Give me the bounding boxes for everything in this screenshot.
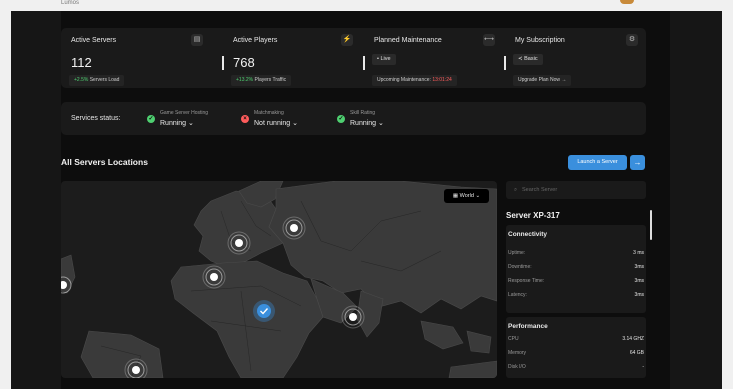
stat-sub: +2.5% Servers Load: [69, 75, 125, 86]
stat-active-players: Active Players ⚡ 768 +13.2% Players Traf…: [223, 28, 359, 88]
section-title: All Servers Locations: [61, 157, 148, 167]
metric-value: 3.14 GHZ: [622, 336, 644, 342]
server-name: Server XP-317: [506, 211, 560, 220]
stat-title: My Subscription: [515, 37, 565, 44]
metric-value: 3ms: [634, 278, 644, 284]
metric-value: 3ms: [634, 264, 644, 270]
metric-label: Uptime:: [508, 250, 526, 256]
search-server-input[interactable]: ⌕ Search Server: [506, 181, 646, 199]
check-icon: ✓: [147, 115, 155, 123]
bolt-icon[interactable]: ⚡: [341, 34, 353, 46]
connectivity-group: Connectivity Uptime: 3 ms Downtime: 3ms Re…: [506, 225, 646, 313]
stat-delta: +13.2%: [236, 77, 254, 83]
stat-title: Planned Maintenance: [374, 37, 442, 44]
stat-value: 768: [233, 55, 255, 70]
server-pin[interactable]: [227, 231, 251, 255]
server-pin[interactable]: [202, 265, 226, 289]
stat-planned-maintenance: Planned Maintenance ⟷ • Live Upcoming Ma…: [364, 28, 500, 88]
server-pin-selected[interactable]: [253, 300, 275, 322]
launch-server-button[interactable]: Launch a Server: [568, 155, 627, 170]
map-canvas: [61, 181, 497, 378]
server-pin[interactable]: [282, 216, 306, 240]
service-status[interactable]: Running ⌄: [160, 119, 194, 127]
metric-label: Latency:: [508, 292, 527, 298]
services-status-label: Services status:: [71, 115, 121, 122]
service-name: Skill Rating: [350, 110, 376, 116]
stat-sub: +13.2% Players Traffic: [231, 75, 292, 86]
maintenance-countdown: 13:01:24: [432, 77, 452, 83]
metric-label: Memory: [508, 350, 527, 356]
world-map[interactable]: ▦ World ⌄: [61, 181, 497, 378]
group-title: Performance: [508, 323, 548, 330]
stat-sub-text: Upcoming Maintenance:: [377, 77, 433, 83]
world-filter-label: World ⌄: [459, 193, 481, 199]
stat-title: Active Servers: [71, 37, 117, 44]
service-status[interactable]: Not running ⌄: [254, 119, 298, 127]
settings-icon[interactable]: ⚙: [626, 34, 638, 46]
metric-label: Downtime:: [508, 264, 532, 270]
world-filter-dropdown[interactable]: ▦ World ⌄: [444, 189, 489, 203]
stat-value: 112: [71, 55, 92, 70]
metric-label: CPU: [508, 336, 519, 342]
metric-value: 64 GB: [629, 350, 644, 356]
metric-value: 3ms: [634, 292, 644, 298]
brand-logo[interactable]: Lumos: [61, 0, 79, 6]
stat-sub: Upcoming Maintenance: 13:01:24: [372, 75, 457, 86]
globe-icon: ▦: [452, 193, 460, 199]
stat-title: Active Players: [233, 37, 278, 44]
stat-subscription: My Subscription ⚙ ≺ Basic Upgrade Plan N…: [505, 28, 646, 88]
upgrade-plan-link[interactable]: Upgrade Plan Now →: [513, 75, 572, 86]
metric-value: 3 ms: [633, 250, 644, 256]
stat-active-servers: Active Servers ▤ 112 +2.5% Servers Load: [61, 28, 207, 88]
wrench-icon[interactable]: ⟷: [483, 34, 495, 46]
group-title: Connectivity: [508, 231, 548, 238]
plan-chip[interactable]: ≺ Basic: [513, 54, 543, 65]
error-icon: ×: [241, 115, 249, 123]
service-status[interactable]: Running ⌄: [350, 119, 384, 127]
metric-label: Response Time:: [508, 278, 545, 284]
metric-label: Disk I/O: [508, 364, 526, 370]
metric-value: -: [642, 364, 644, 370]
stats-bar: Active Servers ▤ 112 +2.5% Servers Load …: [61, 28, 646, 88]
search-icon: ⌕: [514, 187, 518, 193]
server-pin[interactable]: [341, 305, 365, 329]
check-icon: ✓: [337, 115, 345, 123]
performance-group: Performance CPU 3.14 GHZ Memory 64 GB Disk…: [506, 317, 646, 378]
services-status-bar: Services status: ✓ Game Server Hosting R…: [61, 102, 646, 135]
stat-delta: +2.5%: [74, 77, 89, 83]
service-name: Matchmaking: [254, 110, 284, 116]
land-masses: [61, 181, 497, 378]
stat-sub-text: Players Traffic: [253, 77, 287, 83]
server-icon[interactable]: ▤: [191, 34, 203, 46]
live-chip[interactable]: • Live: [372, 54, 396, 65]
service-name: Game Server Hosting: [160, 110, 209, 116]
stat-sub-text: Servers Load: [88, 77, 120, 83]
search-placeholder: Search Server: [522, 187, 558, 193]
panel-scrollbar[interactable]: [650, 210, 652, 240]
server-detail-panel: ⌕ Search Server Server XP-317 Connectivi…: [506, 181, 646, 378]
avatar[interactable]: [620, 0, 634, 4]
arrow-right-icon[interactable]: →: [630, 155, 645, 170]
